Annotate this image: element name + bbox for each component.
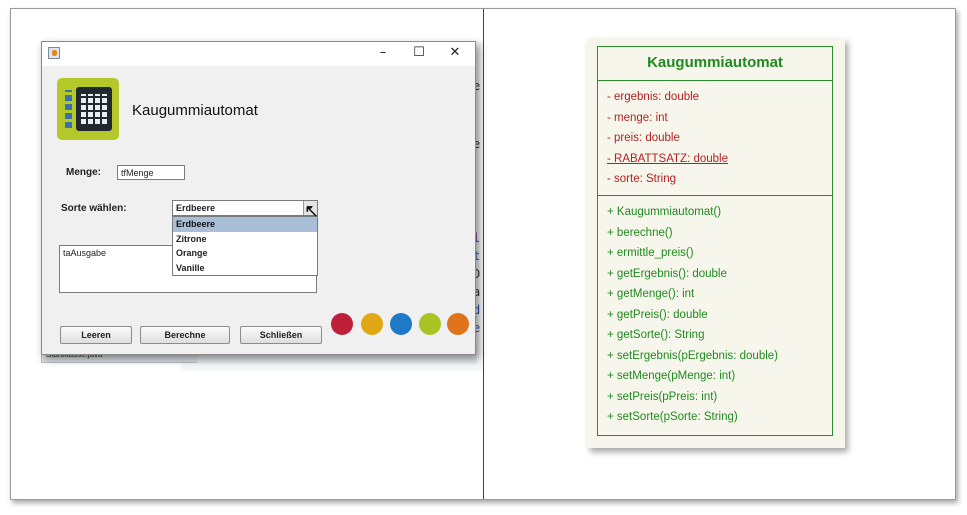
schliessen-button[interactable]: Schließen [240, 326, 322, 344]
uml-attribute: - ergebnis: double [607, 91, 700, 103]
uml-class-card: Kaugummiautomat - ergebnis: double - men… [587, 38, 845, 448]
sorte-label: Sorte wählen: [61, 203, 127, 214]
uml-class-box: Kaugummiautomat - ergebnis: double - men… [597, 46, 833, 436]
gumball-green [419, 313, 441, 335]
uml-attribute-static: - RABATTSATZ: double [607, 152, 728, 165]
uml-operation: + ermittle_preis() [607, 247, 694, 259]
leeren-button[interactable]: Leeren [60, 326, 132, 344]
uml-class-name: Kaugummiautomat [598, 47, 832, 81]
uml-attribute: - preis: double [607, 132, 680, 144]
window-titlebar: – ☐ ✕ [42, 42, 475, 66]
java-app-icon [48, 47, 60, 59]
uml-operation: + setErgebnis(pErgebnis: double) [607, 349, 779, 362]
calculator-icon [57, 78, 119, 140]
menge-input[interactable]: tfMenge [117, 165, 185, 180]
gumball-yellow [361, 313, 383, 335]
uml-operation: + setMenge(pMenge: int) [607, 370, 736, 382]
dropdown-option-vanille[interactable]: Vanille [173, 261, 317, 276]
uml-operations: + Kaugummiautomat() + berechne() + ermit… [598, 197, 832, 428]
menge-label: Menge: [66, 167, 101, 178]
dropdown-option-zitrone[interactable]: Zitrone [173, 232, 317, 247]
uml-operation: + getErgebnis(): double [607, 267, 727, 280]
uml-operation: + getSorte(): String [607, 329, 705, 341]
uml-operation: + getPreis(): double [607, 308, 708, 321]
uml-attribute: - sorte: String [607, 173, 677, 185]
uml-operation: + getMenge(): int [607, 288, 695, 300]
dropdown-option-erdbeere[interactable]: Erdbeere [173, 217, 317, 232]
app-title: Kaugummiautomat [132, 102, 258, 119]
sorte-dropdown-list: Erdbeere Zitrone Orange Vanille [172, 216, 318, 276]
maximize-button[interactable]: ☐ [402, 42, 436, 66]
close-window-button[interactable]: ✕ [438, 42, 472, 66]
minimize-button[interactable]: – [366, 42, 400, 66]
gumball-orange [447, 313, 469, 335]
kaugummiautomat-window: – ☐ ✕ Kaugummiautomat Menge: tfMenge Sor… [41, 41, 476, 355]
dropdown-option-orange[interactable]: Orange [173, 246, 317, 261]
uml-operation: + setSorte(pSorte: String) [607, 411, 738, 423]
uml-operation: + setPreis(pPreis: int) [607, 390, 718, 403]
gumball-blue [390, 313, 412, 335]
berechne-button[interactable]: Berechne [140, 326, 230, 344]
uml-attributes: - ergebnis: double - menge: int - preis:… [598, 81, 832, 196]
sorte-combobox[interactable]: Erdbeere [172, 200, 318, 216]
uml-operation: + berechne() [607, 226, 673, 239]
mouse-cursor-icon: ↖ [304, 201, 320, 221]
gumball-red [331, 313, 353, 335]
cell-divider [483, 9, 484, 499]
uml-operation: + Kaugummiautomat() [607, 206, 722, 218]
combo-selected-value: Erdbeere [176, 203, 216, 213]
uml-attribute: - menge: int [607, 111, 668, 124]
